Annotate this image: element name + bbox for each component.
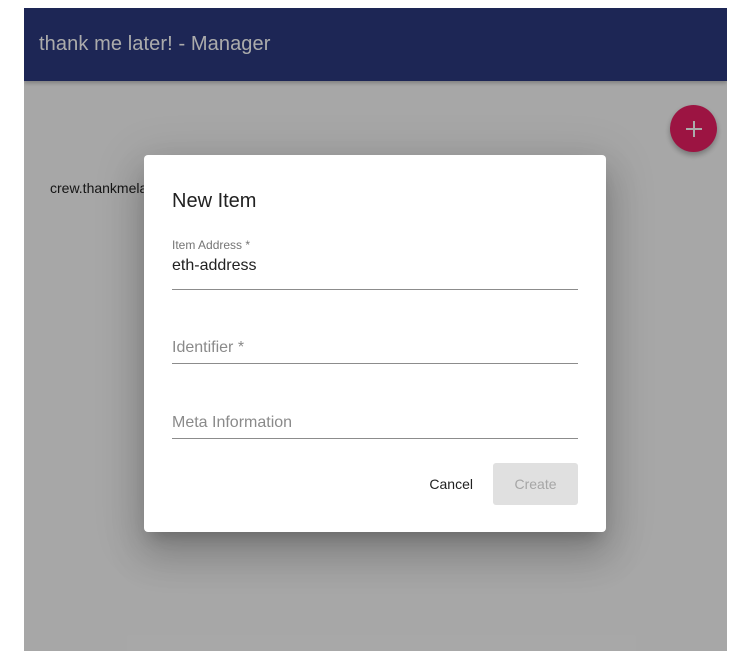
dialog-actions: Cancel Create (421, 463, 578, 505)
meta-information-field[interactable]: Meta Information (172, 411, 578, 441)
item-address-field[interactable]: Item Address * eth-address (172, 238, 578, 290)
item-address-label: Item Address * (172, 238, 251, 252)
dialog-title: New Item (172, 190, 257, 212)
cancel-button[interactable]: Cancel (421, 463, 481, 505)
identifier-underline (172, 363, 578, 364)
identifier-field[interactable]: Identifier * (172, 336, 578, 366)
create-button[interactable]: Create (493, 463, 578, 505)
meta-information-input[interactable]: Meta Information (172, 414, 292, 432)
item-address-underline (172, 289, 578, 290)
app-window: thank me later! - Manager crew.thankmela… (24, 8, 727, 651)
meta-information-underline (172, 438, 578, 439)
identifier-input[interactable]: Identifier * (172, 339, 244, 357)
item-address-input[interactable]: eth-address (172, 257, 257, 275)
new-item-dialog: New Item Item Address * eth-address Iden… (144, 155, 606, 532)
